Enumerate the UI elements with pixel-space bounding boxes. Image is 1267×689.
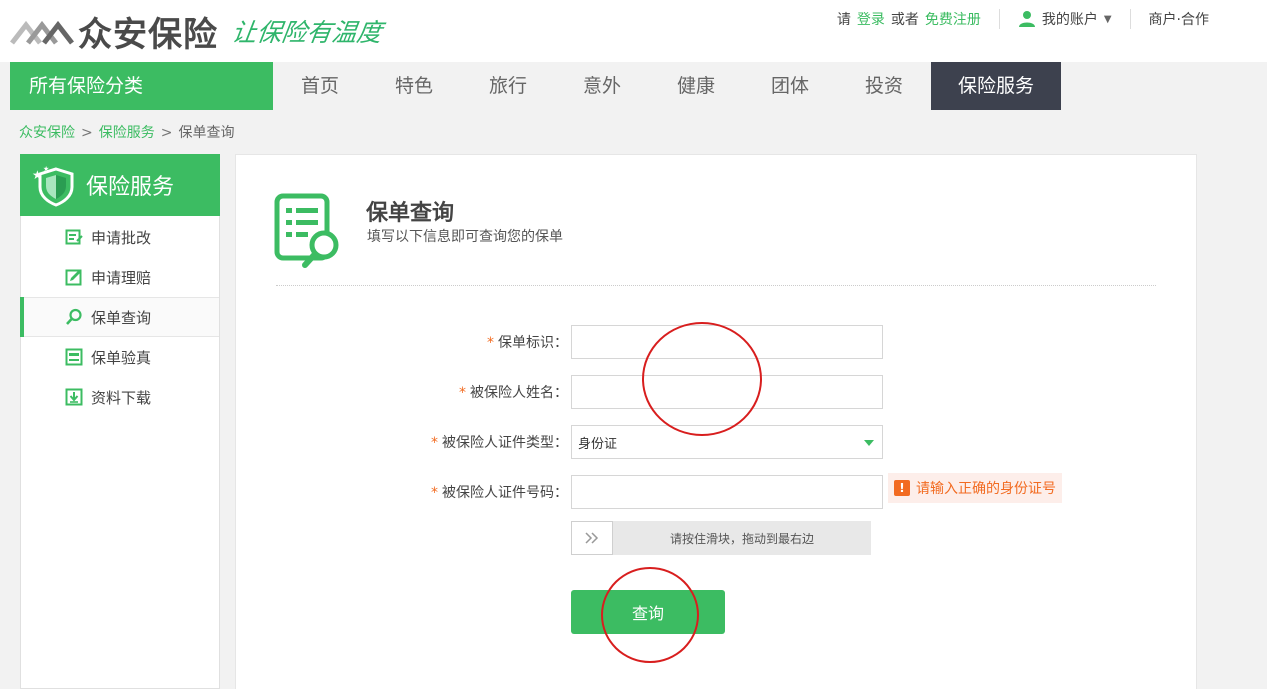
register-link[interactable]: 免费注册 bbox=[925, 9, 981, 29]
edit-list-icon bbox=[65, 229, 83, 245]
id-number-label-text: 被保险人证件号码： bbox=[442, 485, 568, 501]
sidebar-title: 保险服务 bbox=[86, 175, 175, 200]
nav-item-group[interactable]: 团体 bbox=[743, 62, 837, 110]
nav-items: 首页 特色 旅行 意外 健康 团体 投资 保险服务 bbox=[273, 62, 1061, 110]
main-panel: 保单查询 填写以下信息即可查询您的保单 * 保单标识： * 被保险人姓名： * 被保险… bbox=[235, 154, 1197, 689]
policy-search-icon bbox=[274, 193, 339, 268]
pencil-box-icon bbox=[65, 269, 82, 286]
or-text: 或者 bbox=[890, 12, 919, 28]
policy-id-label: * 保单标识： bbox=[487, 332, 568, 352]
divider bbox=[998, 9, 1000, 29]
divider bbox=[1129, 9, 1131, 29]
id-number-input[interactable] bbox=[571, 475, 883, 509]
slider-hint: 请按住滑块，拖动到最右边 bbox=[669, 531, 814, 546]
form-row-id-number: * 被保险人证件号码： ! 请输入正确的身份证号 bbox=[236, 473, 1198, 509]
insured-name-label: * 被保险人姓名： bbox=[459, 382, 568, 402]
sidebar-item-endorsement[interactable]: 申请批改 bbox=[21, 217, 219, 257]
nav-item-featured[interactable]: 特色 bbox=[367, 62, 461, 110]
double-chevron-right-icon bbox=[585, 532, 599, 544]
sidebar: ★ ★ 保险服务 申请批改 申请理赔 保单查询 保单验真 资料下载 bbox=[20, 154, 220, 689]
breadcrumb-separator: > bbox=[81, 125, 93, 141]
sidebar-item-label: 申请理赔 bbox=[91, 268, 152, 287]
merchant-link[interactable]: 商户·合作 bbox=[1149, 9, 1209, 29]
dropdown-arrow-icon bbox=[864, 440, 874, 446]
shield-icon: ★ ★ bbox=[32, 165, 74, 207]
required-marker: * bbox=[431, 435, 438, 451]
required-marker: * bbox=[431, 485, 438, 501]
id-type-label: * 被保险人证件类型： bbox=[431, 432, 568, 452]
policy-id-input[interactable] bbox=[571, 325, 883, 359]
sidebar-item-claim[interactable]: 申请理赔 bbox=[21, 257, 219, 297]
main-nav: 所有保险分类 首页 特色 旅行 意外 健康 团体 投资 保险服务 bbox=[10, 62, 1267, 110]
error-message: 请输入正确的身份证号 bbox=[916, 481, 1056, 497]
sidebar-item-policy-query[interactable]: 保单查询 bbox=[20, 297, 219, 337]
user-icon bbox=[1018, 11, 1035, 27]
top-header: 众安保险 让保险有温度 请 登录 或者 免费注册 我的账户 ▼ 商户·合作 bbox=[0, 0, 1267, 62]
warning-icon: ! bbox=[894, 480, 910, 496]
page-title: 保单查询 bbox=[366, 201, 455, 226]
form-row-id-type: * 被保险人证件类型： 身份证 bbox=[236, 425, 1198, 459]
query-button[interactable]: 查询 bbox=[571, 590, 725, 634]
nav-item-investment[interactable]: 投资 bbox=[837, 62, 931, 110]
id-number-error: ! 请输入正确的身份证号 bbox=[888, 473, 1062, 503]
sidebar-item-policy-verify[interactable]: 保单验真 bbox=[21, 337, 219, 377]
insured-name-label-text: 被保险人姓名： bbox=[470, 385, 568, 401]
slider-captcha: 请按住滑块，拖动到最右边 bbox=[571, 521, 871, 555]
sidebar-item-label: 资料下载 bbox=[91, 388, 152, 407]
logo-slogan: 让保险有温度 bbox=[229, 18, 384, 47]
breadcrumb-service[interactable]: 保险服务 bbox=[99, 125, 155, 141]
breadcrumb-home[interactable]: 众安保险 bbox=[19, 125, 75, 141]
nav-item-home[interactable]: 首页 bbox=[273, 62, 367, 110]
download-icon bbox=[65, 388, 83, 406]
breadcrumb-separator: > bbox=[160, 125, 173, 141]
form-row-policy-id: * 保单标识： bbox=[236, 325, 1198, 359]
chevron-down-icon: ▼ bbox=[1103, 13, 1112, 25]
required-marker: * bbox=[487, 335, 494, 351]
insured-name-input[interactable] bbox=[571, 375, 883, 409]
id-type-selected-value: 身份证 bbox=[578, 436, 618, 452]
logo-mark-icon bbox=[10, 20, 74, 45]
search-icon bbox=[66, 308, 82, 325]
document-check-icon bbox=[65, 348, 83, 366]
page-subtitle: 填写以下信息即可查询您的保单 bbox=[367, 229, 563, 245]
sidebar-menu: 申请批改 申请理赔 保单查询 保单验真 资料下载 bbox=[20, 217, 219, 417]
account-menu[interactable]: 我的账户 ▼ bbox=[1018, 9, 1112, 29]
sidebar-item-label: 保单验真 bbox=[91, 348, 152, 367]
breadcrumb: 众安保险 > 保险服务 > 保单查询 bbox=[19, 122, 234, 142]
sidebar-header: ★ ★ 保险服务 bbox=[20, 154, 220, 216]
id-number-label: * 被保险人证件号码： bbox=[431, 482, 568, 502]
id-type-select[interactable]: 身份证 bbox=[571, 425, 883, 459]
user-bar: 请 登录 或者 免费注册 我的账户 ▼ 商户·合作 bbox=[837, 9, 1209, 29]
form-row-insured-name: * 被保险人姓名： bbox=[236, 375, 1198, 409]
sidebar-item-label: 保单查询 bbox=[91, 308, 152, 327]
login-prefix: 请 bbox=[836, 12, 851, 28]
nav-item-insurance-service[interactable]: 保险服务 bbox=[931, 62, 1061, 110]
sidebar-item-label: 申请批改 bbox=[91, 228, 152, 247]
nav-item-accident[interactable]: 意外 bbox=[555, 62, 649, 110]
id-type-label-text: 被保险人证件类型： bbox=[442, 435, 568, 451]
nav-item-health[interactable]: 健康 bbox=[649, 62, 743, 110]
breadcrumb-current: 保单查询 bbox=[178, 125, 235, 141]
slider-handle[interactable] bbox=[571, 521, 613, 555]
nav-item-travel[interactable]: 旅行 bbox=[461, 62, 555, 110]
policy-id-label-text: 保单标识： bbox=[498, 335, 568, 351]
account-label: 我的账户 bbox=[1041, 12, 1098, 28]
all-categories-button[interactable]: 所有保险分类 bbox=[10, 62, 273, 110]
logo-text: 众安保险 bbox=[78, 14, 218, 55]
login-link[interactable]: 登录 bbox=[857, 9, 885, 29]
sidebar-item-downloads[interactable]: 资料下载 bbox=[21, 377, 219, 417]
required-marker: * bbox=[459, 385, 466, 401]
site-logo[interactable]: 众安保险 让保险有温度 bbox=[10, 8, 384, 55]
divider bbox=[276, 285, 1156, 286]
